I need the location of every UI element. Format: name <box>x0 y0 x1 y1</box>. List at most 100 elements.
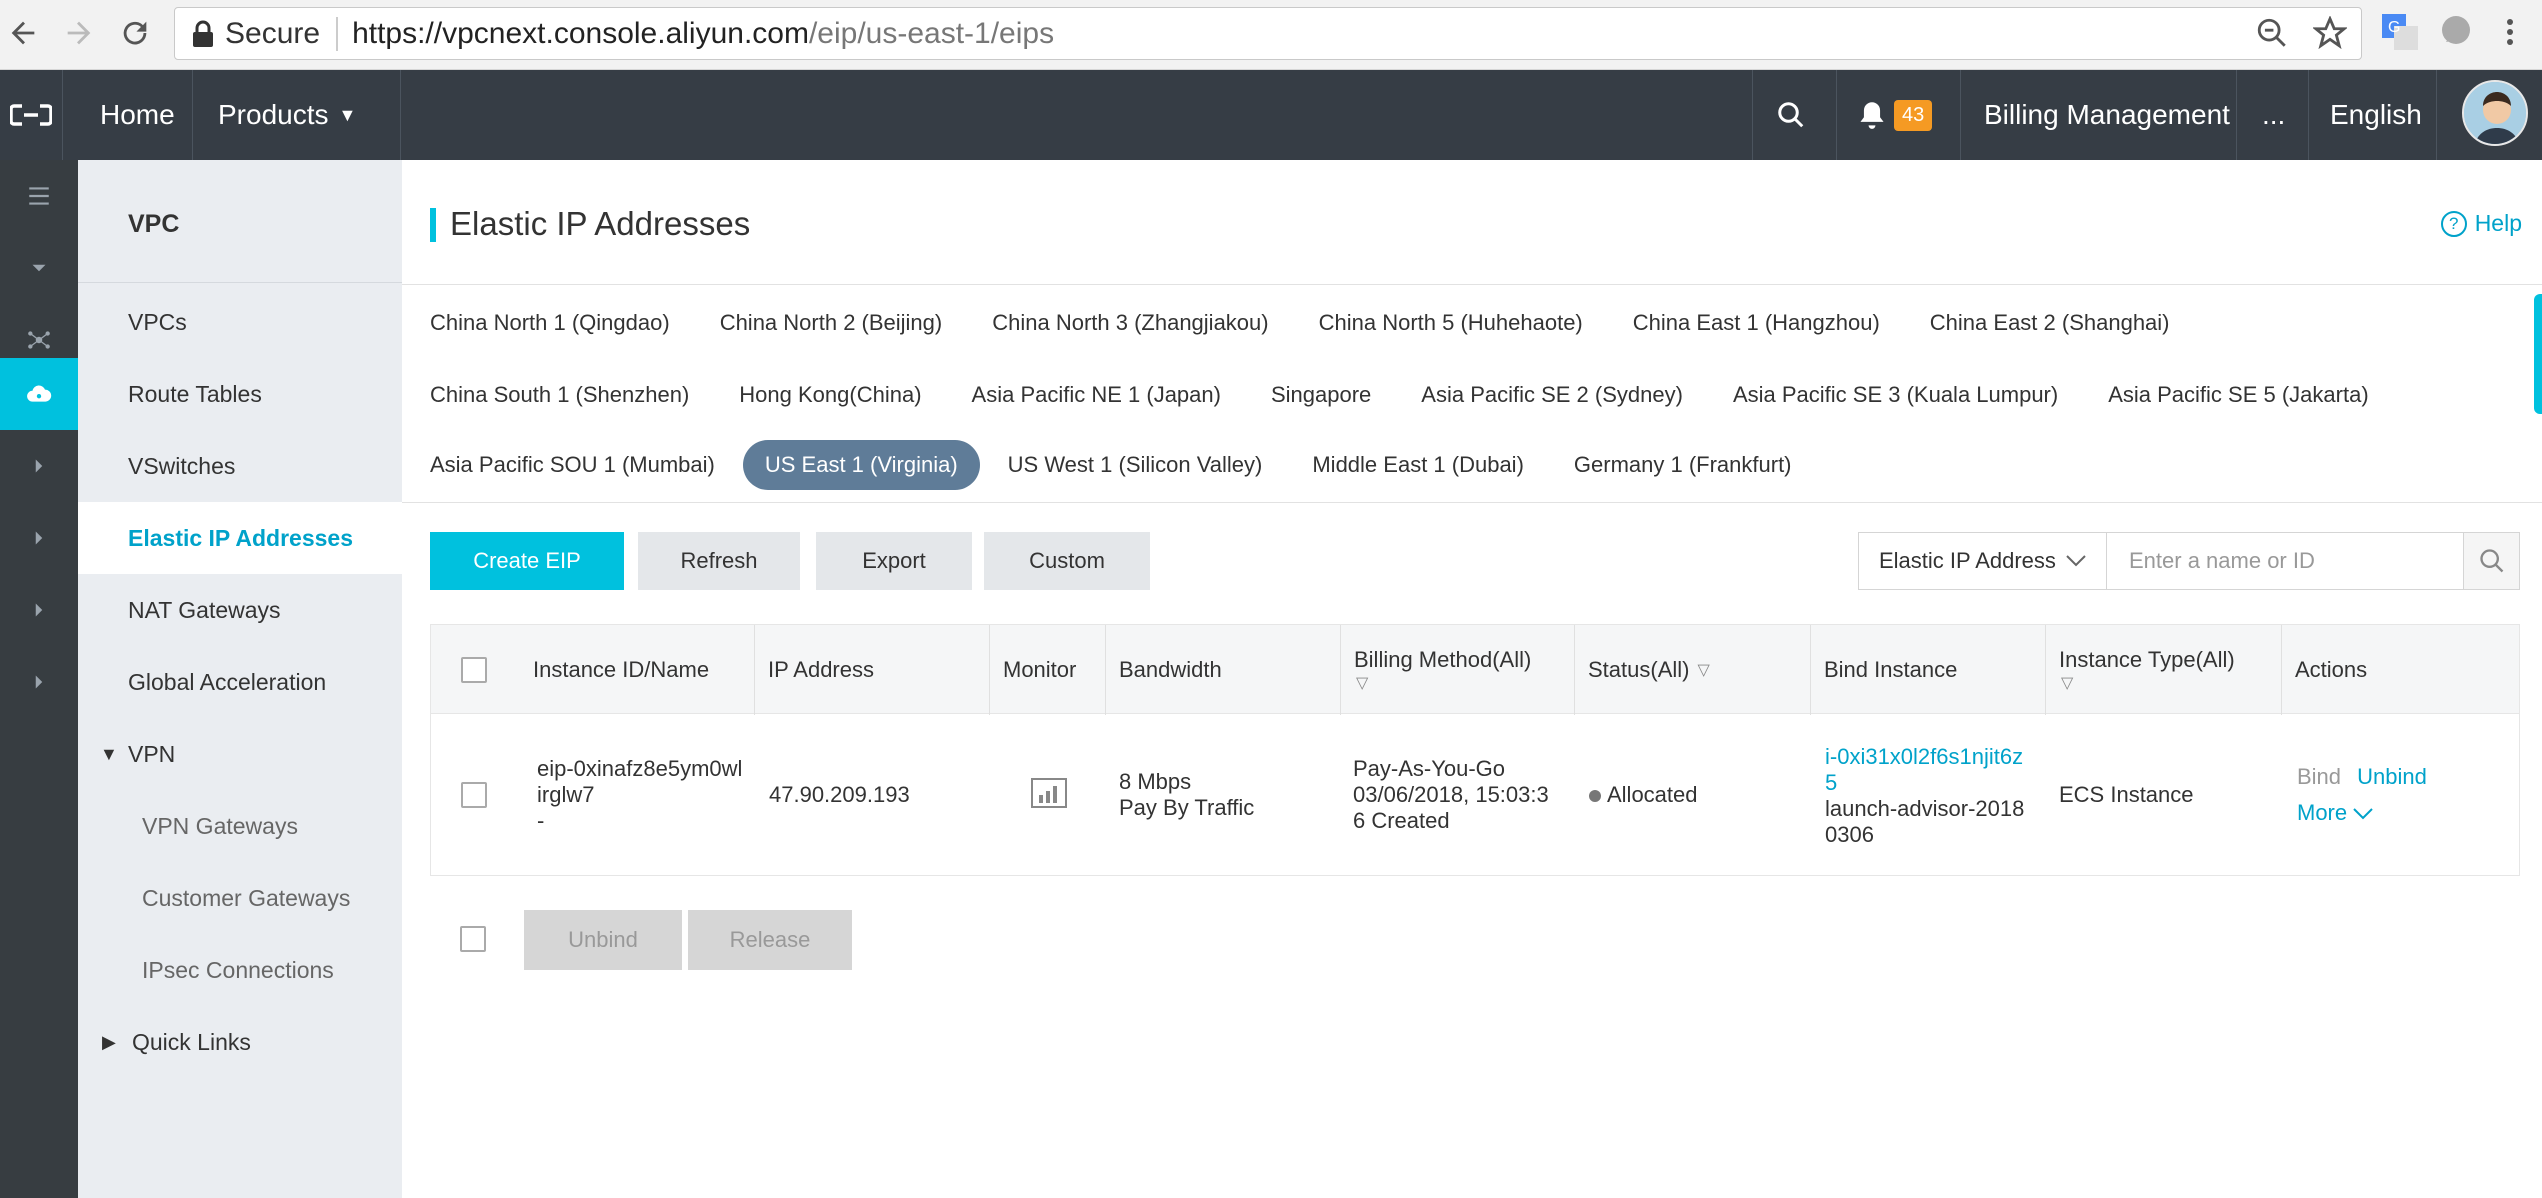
search-submit-button[interactable] <box>2463 533 2519 589</box>
nav-divider <box>1960 70 1961 160</box>
filter-funnel-icon[interactable]: ▽ <box>2061 673 2073 693</box>
region-tab[interactable]: China East 1 (Hangzhou) <box>1611 300 1902 346</box>
filter-funnel-icon[interactable]: ▽ <box>1697 660 1709 680</box>
unbind-button[interactable]: Unbind <box>524 910 682 970</box>
nav-search[interactable] <box>1776 70 1806 160</box>
sidebar-item-route-tables[interactable]: Route Tables <box>128 381 262 408</box>
create-eip-button[interactable]: Create EIP <box>430 532 624 590</box>
region-tab[interactable]: US West 1 (Silicon Valley) <box>986 442 1285 488</box>
rail-menu-toggle[interactable] <box>0 160 78 232</box>
filter-type-select[interactable]: Elastic IP Address <box>1859 533 2107 589</box>
unbind-action[interactable]: Unbind <box>2357 764 2427 789</box>
nav-billing[interactable]: Billing Management <box>1984 70 2230 160</box>
column-header-billing[interactable]: Billing Method(All) ▽ <box>1340 625 1531 715</box>
region-tab-selected[interactable]: US East 1 (Virginia) <box>742 440 980 490</box>
help-link[interactable]: ? Help <box>2440 210 2522 237</box>
custom-button[interactable]: Custom <box>984 532 1150 590</box>
url-path: /eip/us-east-1/eips <box>808 16 1055 50</box>
region-tab[interactable]: China North 1 (Qingdao) <box>430 300 692 346</box>
rail-vpc[interactable] <box>0 358 78 430</box>
nav-language[interactable]: English <box>2330 70 2422 160</box>
caret-right-icon <box>35 675 43 689</box>
instance-id-cell[interactable]: eip-0xinafz8e5ym0wl irglw7 - <box>537 756 742 834</box>
search-input[interactable]: Enter a name or ID <box>2107 548 2463 574</box>
forward-button[interactable] <box>56 10 102 56</box>
extension-circle-icon[interactable] <box>2436 12 2476 52</box>
region-tab[interactable]: Asia Pacific SE 5 (Jakarta) <box>2086 372 2390 418</box>
region-tab[interactable]: Asia Pacific NE 1 (Japan) <box>950 372 1243 418</box>
sidebar-item-vpn[interactable]: VPN <box>128 741 175 768</box>
billing-created: 03/06/2018, 15:03:3 <box>1353 782 1549 807</box>
region-tab[interactable]: Germany 1 (Frankfurt) <box>1552 442 1814 488</box>
nav-products[interactable]: Products ▼ <box>218 70 356 160</box>
sidebar-item-customer-gateways[interactable]: Customer Gateways <box>142 885 350 912</box>
instance-id-line: eip-0xinafz8e5ym0wl <box>537 756 743 781</box>
translate-extension-icon[interactable]: G <box>2380 12 2420 52</box>
filter-type-label: Elastic IP Address <box>1879 548 2056 573</box>
region-tab[interactable]: Asia Pacific SOU 1 (Mumbai) <box>430 442 737 488</box>
column-header-status[interactable]: Status(All) ▽ <box>1574 625 1710 715</box>
caret-down-icon[interactable]: ▼ <box>100 744 118 765</box>
bind-instance-link[interactable]: i-0xi31x0l2f6s1njit6z <box>1825 744 2024 770</box>
region-tab[interactable]: Middle East 1 (Dubai) <box>1290 442 1546 488</box>
sidebar-item-ipsec-connections[interactable]: IPsec Connections <box>142 957 334 984</box>
rail-collapse[interactable] <box>0 232 78 304</box>
footer-select-all-checkbox[interactable] <box>460 926 486 952</box>
region-tab[interactable]: China South 1 (Shenzhen) <box>430 372 711 418</box>
bind-instance-link[interactable]: 5 <box>1825 770 2024 796</box>
release-button[interactable]: Release <box>688 910 852 970</box>
sidebar-item-vswitches[interactable]: VSwitches <box>128 453 235 480</box>
rail-expand-3[interactable] <box>0 574 78 646</box>
url-text[interactable]: https://vpcnext.console.aliyun.com/eip/u… <box>352 17 1054 51</box>
monitor-cell[interactable] <box>1031 778 1067 814</box>
rail-expand-1[interactable] <box>0 430 78 502</box>
region-tab[interactable]: China East 2 (Shanghai) <box>1908 300 2192 346</box>
bookmark-star-icon[interactable] <box>2313 16 2347 50</box>
console-top-nav: Home Products ▼ 43 Billing Management ..… <box>0 70 2542 160</box>
region-tab[interactable]: China North 2 (Beijing) <box>698 300 965 346</box>
column-header: Actions <box>2295 657 2368 682</box>
refresh-button[interactable]: Refresh <box>638 532 800 590</box>
monitor-chart-icon <box>1031 778 1067 808</box>
rail-expand-4[interactable] <box>0 646 78 718</box>
sidebar-item-elastic-ip[interactable]: Elastic IP Addresses <box>128 525 353 552</box>
reload-button[interactable] <box>112 10 158 56</box>
region-tab[interactable]: China North 5 (Huhehaote) <box>1297 300 1605 346</box>
table-row: eip-0xinafz8e5ym0wl irglw7 - 47.90.209.1… <box>430 714 2520 876</box>
sidebar-item-nat-gateways[interactable]: NAT Gateways <box>128 597 281 624</box>
region-tab[interactable]: Asia Pacific SE 2 (Sydney) <box>1399 372 1705 418</box>
rail-expand-2[interactable] <box>0 502 78 574</box>
sidebar-item-vpn-gateways[interactable]: VPN Gateways <box>142 813 298 840</box>
region-tab[interactable]: China North 3 (Zhangjiakou) <box>970 300 1290 346</box>
nav-home[interactable]: Home <box>100 70 175 160</box>
nav-more[interactable]: ... <box>2262 70 2285 160</box>
more-actions[interactable]: More <box>2297 800 2427 826</box>
sidebar-item-quick-links[interactable]: Quick Links <box>132 1029 251 1056</box>
main-content: Elastic IP Addresses ? Help China North … <box>402 160 2542 1198</box>
bind-action[interactable]: Bind <box>2297 764 2341 789</box>
more-action: More <box>2297 800 2348 825</box>
nav-divider <box>400 70 401 160</box>
chrome-menu-icon[interactable] <box>2490 12 2530 52</box>
address-bar[interactable]: Secure https://vpcnext.console.aliyun.co… <box>174 7 2362 60</box>
side-drawer-tab[interactable] <box>2534 294 2542 414</box>
region-tab[interactable]: Hong Kong(China) <box>717 372 943 418</box>
column-header: Instance ID/Name <box>533 657 710 682</box>
nav-notifications[interactable]: 43 <box>1858 70 1933 160</box>
select-all-checkbox[interactable] <box>461 657 487 683</box>
user-avatar-icon <box>2464 82 2526 144</box>
column-header-instance-type[interactable]: Instance Type(All) ▽ <box>2045 625 2235 715</box>
filter-funnel-icon[interactable]: ▽ <box>1356 673 1368 693</box>
row-checkbox[interactable] <box>461 782 487 808</box>
aliyun-logo-icon[interactable] <box>0 70 62 160</box>
back-button[interactable] <box>0 10 46 56</box>
region-tab[interactable]: Asia Pacific SE 3 (Kuala Lumpur) <box>1711 372 2080 418</box>
avatar[interactable] <box>2462 80 2528 146</box>
export-button[interactable]: Export <box>816 532 972 590</box>
region-tab[interactable]: Singapore <box>1249 372 1393 418</box>
sidebar-item-vpcs[interactable]: VPCs <box>128 309 187 336</box>
caret-down-icon: ▼ <box>338 104 357 125</box>
zoom-icon[interactable] <box>2255 16 2289 50</box>
caret-right-icon[interactable]: ▶ <box>102 1032 116 1053</box>
sidebar-item-global-acceleration[interactable]: Global Acceleration <box>128 669 326 696</box>
